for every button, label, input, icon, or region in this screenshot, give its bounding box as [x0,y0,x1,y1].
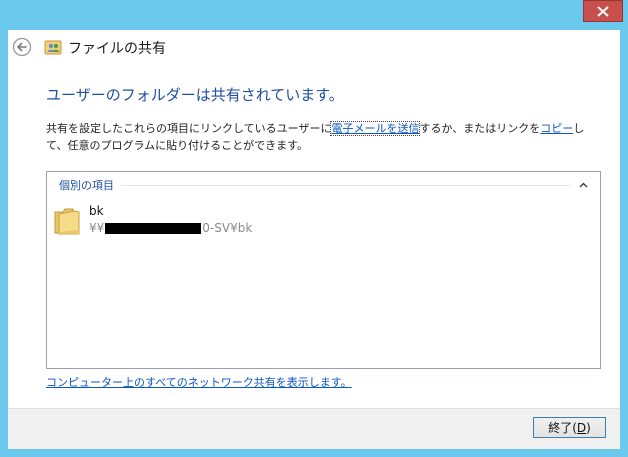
content-area: ユーザーのフォルダーは共有されています。 共有を設定したこれらの項目にリンクして… [8,66,620,408]
list-item[interactable]: bk ¥¥ 0-SV¥bk [53,202,313,242]
item-path-suffix: 0-SV¥bk [202,221,253,235]
item-path: ¥¥ 0-SV¥bk [89,221,252,235]
shared-items-list[interactable]: 個別の項目 bk ¥¥ 0-SV¥bk [46,171,601,369]
finish-button[interactable]: 終了(D) [533,417,606,438]
page-heading: ユーザーのフォルダーは共有されています。 [46,86,344,104]
file-sharing-window: ファイルの共有 ユーザーのフォルダーは共有されています。 共有を設定したこれらの… [0,0,628,457]
item-name: bk [89,204,104,218]
group-label: 個別の項目 [59,179,114,192]
item-path-prefix: ¥¥ [89,221,105,235]
description-part1: 共有を設定したこれらの項目にリンクしているユーザーに [46,122,332,135]
footer-bar: 終了(D) [8,408,620,449]
back-arrow-icon[interactable] [12,37,32,57]
file-sharing-icon [44,40,62,55]
folder-icon [54,208,80,235]
group-divider [122,184,570,186]
finish-accelerator: D [576,420,587,435]
send-email-link[interactable]: 電子メールを送信 [330,121,421,136]
finish-label: 終了( [548,421,577,435]
view-network-shares-link[interactable]: コンピューター上のすべてのネットワーク共有を表示します。 [46,374,352,390]
finish-label-close: ) [586,420,591,435]
chevron-up-icon[interactable] [576,178,590,192]
group-header[interactable]: 個別の項目 [59,176,590,194]
description-part2: するか、またはリンクを [419,122,541,135]
copy-link[interactable]: コピー [540,122,573,135]
close-icon [597,5,609,17]
description-text: 共有を設定したこれらの項目にリンクしているユーザーに電子メールを送信するか、また… [46,120,594,154]
redaction-bar [105,222,202,234]
window-title: ファイルの共有 [68,41,166,57]
wizard-header: ファイルの共有 [8,30,620,66]
close-button[interactable] [583,0,623,22]
